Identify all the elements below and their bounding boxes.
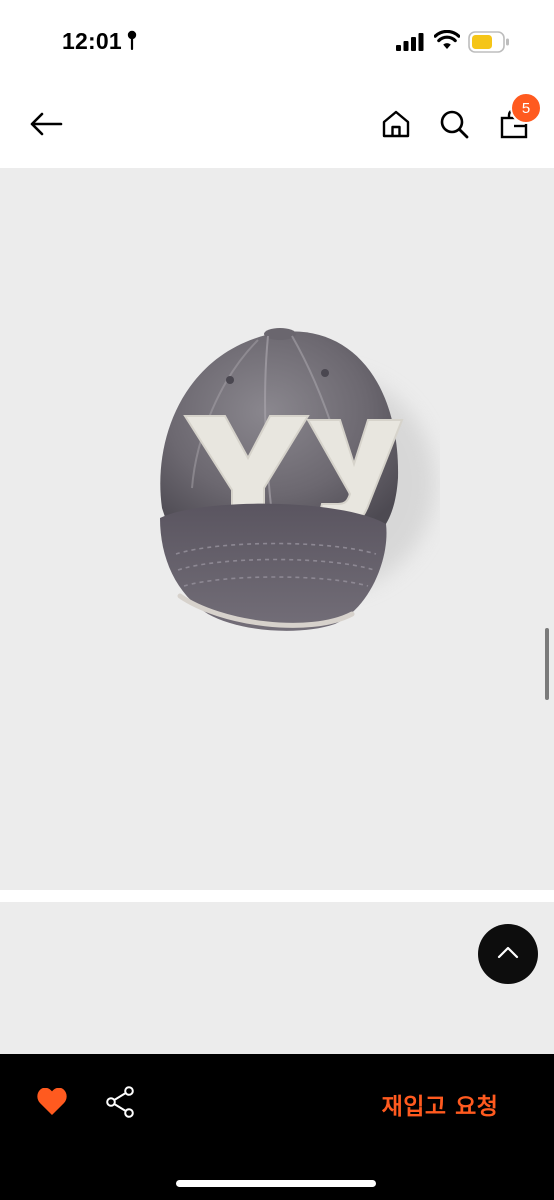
home-icon (381, 109, 411, 144)
search-button[interactable] (434, 106, 474, 146)
cart-count-badge: 5 (510, 92, 542, 124)
cellular-signal-icon (396, 33, 424, 56)
bottom-action-bar: 재입고 요청 (0, 1054, 554, 1200)
location-pin-icon (126, 30, 138, 57)
search-icon (439, 109, 469, 144)
status-time: 12:01 (62, 28, 122, 54)
share-icon (105, 1085, 135, 1123)
scroll-to-top-button[interactable] (478, 924, 538, 984)
wifi-icon (433, 29, 461, 55)
top-navigation-bar (0, 84, 554, 168)
back-button[interactable] (24, 108, 68, 144)
chevron-up-icon (497, 945, 519, 964)
home-button[interactable] (376, 106, 416, 146)
heart-icon (37, 1087, 67, 1121)
product-image[interactable] (0, 168, 554, 890)
baseball-cap-image (140, 318, 440, 663)
share-button[interactable] (100, 1084, 140, 1124)
restock-request-label: 재입고 요청 (381, 1094, 499, 1120)
status-bar: 12:01 (0, 0, 554, 84)
product-detail-screen: 12:01 5 재입고 요청 (0, 0, 554, 1200)
battery-icon (468, 31, 510, 58)
like-button[interactable] (32, 1084, 72, 1124)
restock-request-button[interactable]: 재입고 요청 (360, 1084, 520, 1124)
product-info-area (0, 902, 554, 1054)
section-divider (0, 890, 554, 902)
home-indicator[interactable] (176, 1180, 376, 1187)
scroll-indicator[interactable] (545, 628, 549, 700)
arrow-left-icon (29, 112, 63, 141)
